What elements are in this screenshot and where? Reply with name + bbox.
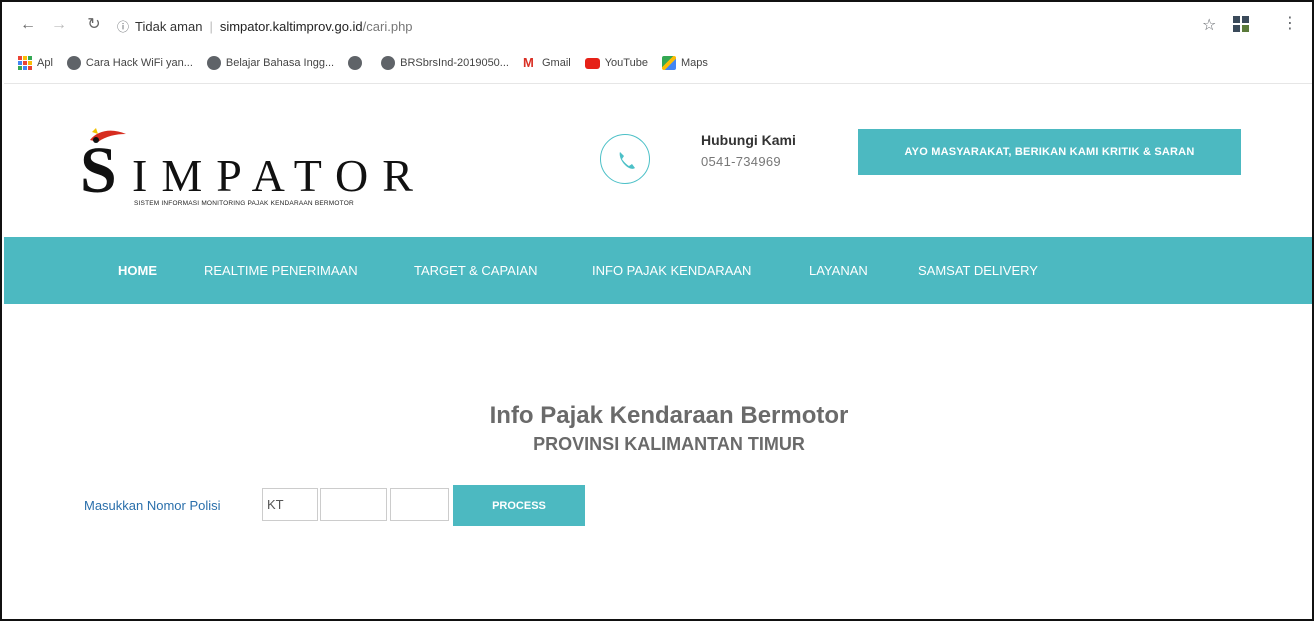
- security-label: Tidak aman: [135, 18, 203, 34]
- nav-item-target-capaian[interactable]: TARGET & CAPAIAN: [414, 237, 538, 304]
- plate-suffix-input[interactable]: [390, 488, 449, 521]
- globe-icon: [206, 56, 221, 70]
- screenshot-frame: ← → ↻ ⓘ Tidak aman | simpator.kaltimprov…: [0, 0, 1314, 621]
- maps-icon: [661, 56, 676, 70]
- nav-item-realtime-penerimaan[interactable]: REALTIME PENERIMAAN: [204, 237, 358, 304]
- nav-item-layanan[interactable]: LAYANAN: [809, 237, 868, 304]
- phone-icon[interactable]: [600, 134, 650, 184]
- browser-menu-icon[interactable]: ⋮: [1282, 13, 1298, 33]
- plate-prefix-input[interactable]: [262, 488, 318, 521]
- back-arrow-icon[interactable]: ←: [18, 15, 38, 35]
- bookmark-item[interactable]: Belajar Bahasa Ingg...: [206, 56, 335, 70]
- bookmark-label: YouTube: [604, 57, 648, 69]
- bookmark-apps[interactable]: Apl: [18, 56, 53, 70]
- bookmark-maps[interactable]: Maps: [661, 56, 708, 70]
- forward-arrow-icon[interactable]: →: [49, 15, 69, 35]
- bookmark-star-icon[interactable]: ☆: [1202, 15, 1216, 35]
- plate-number-input[interactable]: [320, 488, 387, 521]
- address-bar[interactable]: ⓘ Tidak aman | simpator.kaltimprov.go.id…: [117, 10, 1197, 42]
- globe-icon: [381, 56, 396, 70]
- process-button[interactable]: PROCESS: [453, 485, 585, 526]
- simpator-logo[interactable]: S IMPATOR SISTEM INFORMASI MONITORING PA…: [74, 128, 434, 212]
- feedback-button[interactable]: AYO MASYARAKAT, BERIKAN KAMI KRITIK & SA…: [858, 129, 1241, 175]
- page-title: Info Pajak Kendaraan Bermotor: [489, 402, 849, 429]
- logo-subtitle: SISTEM INFORMASI MONITORING PAJAK KENDAR…: [134, 200, 354, 207]
- bookmark-item[interactable]: BRSbrsInd-2019050...: [381, 56, 509, 70]
- page-subtitle: PROVINSI KALIMANTAN TIMUR: [533, 434, 805, 454]
- bookmark-label: Belajar Bahasa Ingg...: [225, 57, 335, 69]
- site-header: S IMPATOR SISTEM INFORMASI MONITORING PA…: [4, 84, 1312, 237]
- reload-icon[interactable]: ↻: [84, 15, 104, 35]
- main-content: Info Pajak Kendaraan Bermotor PROVINSI K…: [4, 304, 1312, 619]
- extension-icon[interactable]: [1230, 13, 1252, 35]
- url-host: simpator.kaltimprov.go.id: [219, 18, 363, 34]
- globe-icon: [348, 56, 363, 70]
- youtube-icon: [584, 57, 600, 69]
- bookmark-label: Maps: [680, 57, 708, 69]
- nav-item-info-pajak-kendaraan[interactable]: INFO PAJAK KENDARAAN: [592, 237, 751, 304]
- globe-icon: [66, 56, 81, 70]
- logo-wordmark: IMPATOR: [132, 150, 427, 201]
- info-icon[interactable]: ⓘ: [117, 18, 129, 35]
- bookmark-item[interactable]: Cara Hack WiFi yan...: [66, 56, 193, 70]
- bookmark-gmail[interactable]: M Gmail: [523, 56, 571, 70]
- nav-item-samsat-delivery[interactable]: SAMSAT DELIVERY: [918, 237, 1038, 304]
- logo-letter: S: [80, 134, 117, 207]
- address-separator: |: [209, 18, 213, 34]
- url-path: /cari.php: [362, 18, 413, 34]
- browser-chrome: ← → ↻ ⓘ Tidak aman | simpator.kaltimprov…: [4, 4, 1312, 84]
- bookmark-label: BRSbrsInd-2019050...: [400, 57, 509, 69]
- bookmarks-bar: Apl Cara Hack WiFi yan... Belajar Bahasa…: [4, 50, 1312, 76]
- bookmark-label: Cara Hack WiFi yan...: [85, 57, 193, 69]
- main-nav: HOME REALTIME PENERIMAAN TARGET & CAPAIA…: [4, 237, 1312, 304]
- plate-number-label: Masukkan Nomor Polisi: [84, 498, 221, 513]
- contact-phone: 0541-734969: [701, 154, 781, 169]
- bookmark-youtube[interactable]: YouTube: [584, 57, 648, 69]
- bookmark-label: Gmail: [541, 57, 571, 69]
- bookmark-label: Apl: [37, 57, 53, 69]
- contact-title: Hubungi Kami: [701, 132, 796, 148]
- nav-item-home[interactable]: HOME: [118, 237, 157, 304]
- bookmark-item[interactable]: [348, 56, 367, 70]
- gmail-icon: M: [522, 55, 534, 70]
- address-row: ← → ↻ ⓘ Tidak aman | simpator.kaltimprov…: [4, 4, 1312, 48]
- apps-grid-icon: [18, 56, 32, 70]
